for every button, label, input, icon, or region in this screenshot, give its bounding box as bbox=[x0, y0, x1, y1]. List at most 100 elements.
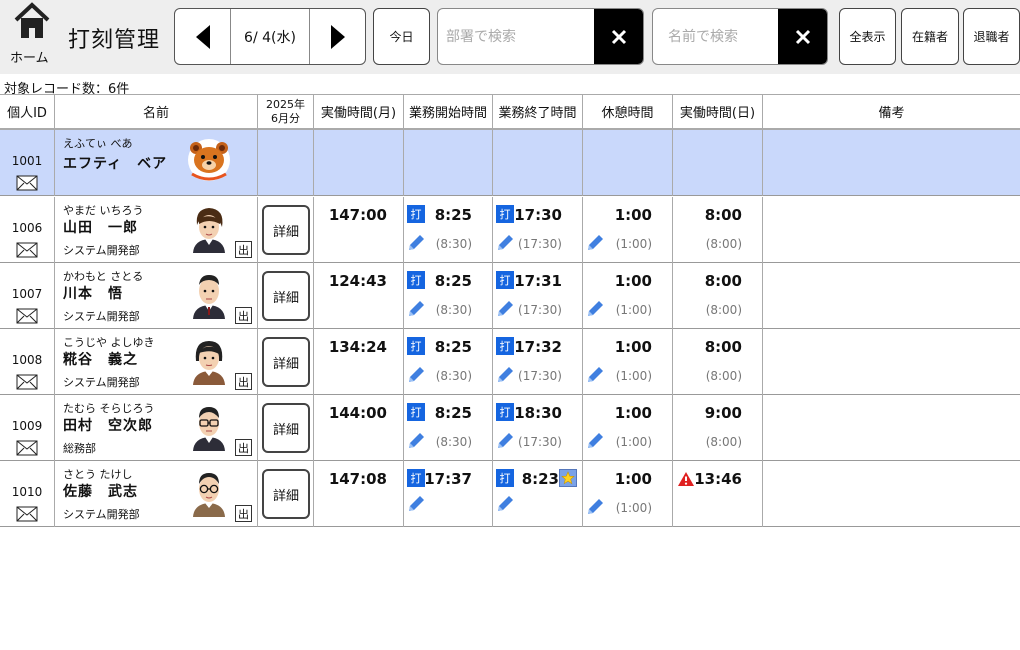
employee-dept: システム開発部 bbox=[63, 244, 140, 257]
daily-hours: 8:00 bbox=[704, 206, 742, 224]
pencil-icon[interactable] bbox=[406, 233, 426, 253]
pencil-icon[interactable] bbox=[585, 299, 605, 319]
employee-id: 1001 bbox=[11, 154, 43, 168]
col-header-start-time: 業務開始時間 bbox=[404, 94, 493, 130]
employee-id: 1010 bbox=[11, 485, 43, 499]
star-icon[interactable] bbox=[559, 469, 577, 487]
table-row[interactable]: 1007 かわもと さとる 川本 悟 システム開発部 出 詳細 124:43 打… bbox=[0, 263, 1020, 329]
col-header-monthly-hours: 実働時間(月) bbox=[314, 94, 404, 130]
pencil-icon[interactable] bbox=[495, 494, 515, 514]
next-day-button[interactable] bbox=[309, 9, 365, 64]
employee-id: 1008 bbox=[11, 353, 43, 367]
show-all-button[interactable]: 全表示 bbox=[839, 8, 896, 65]
out-status-badge: 出 bbox=[235, 373, 252, 390]
start-time-scheduled: (8:30) bbox=[435, 369, 472, 383]
detail-button[interactable]: 詳細 bbox=[262, 205, 310, 255]
pencil-icon[interactable] bbox=[585, 431, 605, 451]
employee-name: 田村 空次郎 bbox=[63, 418, 153, 434]
pencil-icon[interactable] bbox=[495, 233, 515, 253]
col-header-name: 名前 bbox=[55, 94, 258, 130]
monthly-hours: 134:24 bbox=[328, 338, 387, 356]
pencil-icon[interactable] bbox=[495, 299, 515, 319]
pencil-icon[interactable] bbox=[406, 365, 426, 385]
end-time-scheduled: (17:30) bbox=[518, 303, 562, 317]
mail-icon[interactable] bbox=[16, 242, 38, 258]
mail-icon[interactable] bbox=[16, 440, 38, 456]
col-header-id: 個人ID bbox=[0, 94, 55, 130]
col-header-daily-hours: 実働時間(日) bbox=[673, 94, 763, 130]
mail-icon[interactable] bbox=[16, 374, 38, 390]
end-time: 17:32 bbox=[514, 338, 562, 356]
employee-id: 1007 bbox=[11, 287, 43, 301]
warning-icon bbox=[678, 472, 694, 486]
detail-button[interactable]: 詳細 bbox=[262, 403, 310, 453]
employee-name: 糀谷 義之 bbox=[63, 352, 138, 368]
table-row[interactable]: 1010 さとう たけし 佐藤 武志 システム開発部 出 詳細 147:08 打… bbox=[0, 461, 1020, 527]
stamp-icon[interactable]: 打 bbox=[496, 271, 514, 289]
avatar-icon bbox=[193, 407, 225, 451]
stamp-icon[interactable]: 打 bbox=[407, 403, 425, 421]
end-time: 18:30 bbox=[514, 404, 562, 422]
stamp-icon[interactable]: 打 bbox=[496, 205, 514, 223]
pencil-icon[interactable] bbox=[585, 497, 605, 517]
break-time-scheduled: (1:00) bbox=[615, 501, 652, 515]
stamp-icon[interactable]: 打 bbox=[407, 337, 425, 355]
employee-kana: やまだ いちろう bbox=[63, 204, 144, 217]
detail-button[interactable]: 詳細 bbox=[262, 271, 310, 321]
pencil-icon[interactable] bbox=[495, 365, 515, 385]
out-status-badge: 出 bbox=[235, 439, 252, 456]
employee-name: 佐藤 武志 bbox=[63, 484, 138, 500]
avatar-icon bbox=[193, 473, 225, 517]
stamp-icon[interactable]: 打 bbox=[496, 403, 514, 421]
stamp-icon[interactable]: 打 bbox=[496, 469, 514, 487]
bear-avatar-icon bbox=[188, 139, 230, 181]
pencil-icon[interactable] bbox=[406, 494, 426, 514]
today-button[interactable]: 今日 bbox=[373, 8, 430, 65]
monthly-hours: 147:08 bbox=[328, 470, 387, 488]
name-search-clear-button[interactable] bbox=[778, 9, 827, 64]
stamp-icon[interactable]: 打 bbox=[407, 469, 425, 487]
pencil-icon[interactable] bbox=[406, 299, 426, 319]
detail-button[interactable]: 詳細 bbox=[262, 469, 310, 519]
end-time-scheduled: (17:30) bbox=[518, 435, 562, 449]
present-filter-button[interactable]: 在籍者 bbox=[901, 8, 959, 65]
page-title: 打刻管理 bbox=[68, 28, 161, 53]
triangle-right-icon bbox=[330, 24, 345, 49]
table-row[interactable]: 1008 こうじや よしゆき 糀谷 義之 システム開発部 出 詳細 134:24 bbox=[0, 329, 1020, 395]
table-row[interactable]: 1006 やまだ いちろう 山田 一郎 システム開発部 出 詳細 147:00 bbox=[0, 197, 1020, 263]
pencil-icon[interactable] bbox=[406, 431, 426, 451]
mail-icon[interactable] bbox=[16, 308, 38, 324]
dept-search-input[interactable] bbox=[438, 9, 595, 64]
employee-name: 山田 一郎 bbox=[63, 220, 138, 236]
daily-hours-scheduled: (8:00) bbox=[705, 237, 742, 251]
stamp-icon[interactable]: 打 bbox=[407, 205, 425, 223]
employee-dept: システム開発部 bbox=[63, 310, 140, 323]
name-search-input[interactable] bbox=[653, 9, 779, 64]
employee-dept: 総務部 bbox=[63, 442, 96, 455]
retired-filter-button[interactable]: 退職者 bbox=[963, 8, 1020, 65]
pencil-icon[interactable] bbox=[585, 365, 605, 385]
col-header-remarks: 備考 bbox=[763, 94, 1020, 130]
employee-kana: たむら そらじろう bbox=[63, 402, 155, 415]
stamp-icon[interactable]: 打 bbox=[496, 337, 514, 355]
start-time: 8:25 bbox=[434, 338, 472, 356]
current-date[interactable]: 6/ 4(水) bbox=[231, 27, 309, 47]
mail-icon[interactable] bbox=[16, 175, 38, 191]
name-search-box bbox=[652, 8, 828, 65]
pencil-icon[interactable] bbox=[495, 431, 515, 451]
table-row[interactable]: 1001 えふてぃ べあ エフティ ベア bbox=[0, 130, 1020, 196]
stamp-icon[interactable]: 打 bbox=[407, 271, 425, 289]
avatar-icon bbox=[193, 275, 225, 319]
col-header-month-year: 2025年 bbox=[266, 97, 305, 111]
pencil-icon[interactable] bbox=[585, 233, 605, 253]
triangle-left-icon bbox=[195, 24, 210, 49]
end-time: 17:30 bbox=[514, 206, 562, 224]
home-button[interactable]: ホーム bbox=[4, 2, 58, 66]
table-row[interactable]: 1009 たむら そらじろう 田村 空次郎 総務部 出 詳細 144:00 打 … bbox=[0, 395, 1020, 461]
detail-button[interactable]: 詳細 bbox=[262, 337, 310, 387]
dept-search-clear-button[interactable] bbox=[594, 9, 643, 64]
break-time: 1:00 bbox=[614, 206, 652, 224]
monthly-hours: 144:00 bbox=[328, 404, 387, 422]
prev-day-button[interactable] bbox=[175, 9, 231, 64]
mail-icon[interactable] bbox=[16, 506, 38, 522]
